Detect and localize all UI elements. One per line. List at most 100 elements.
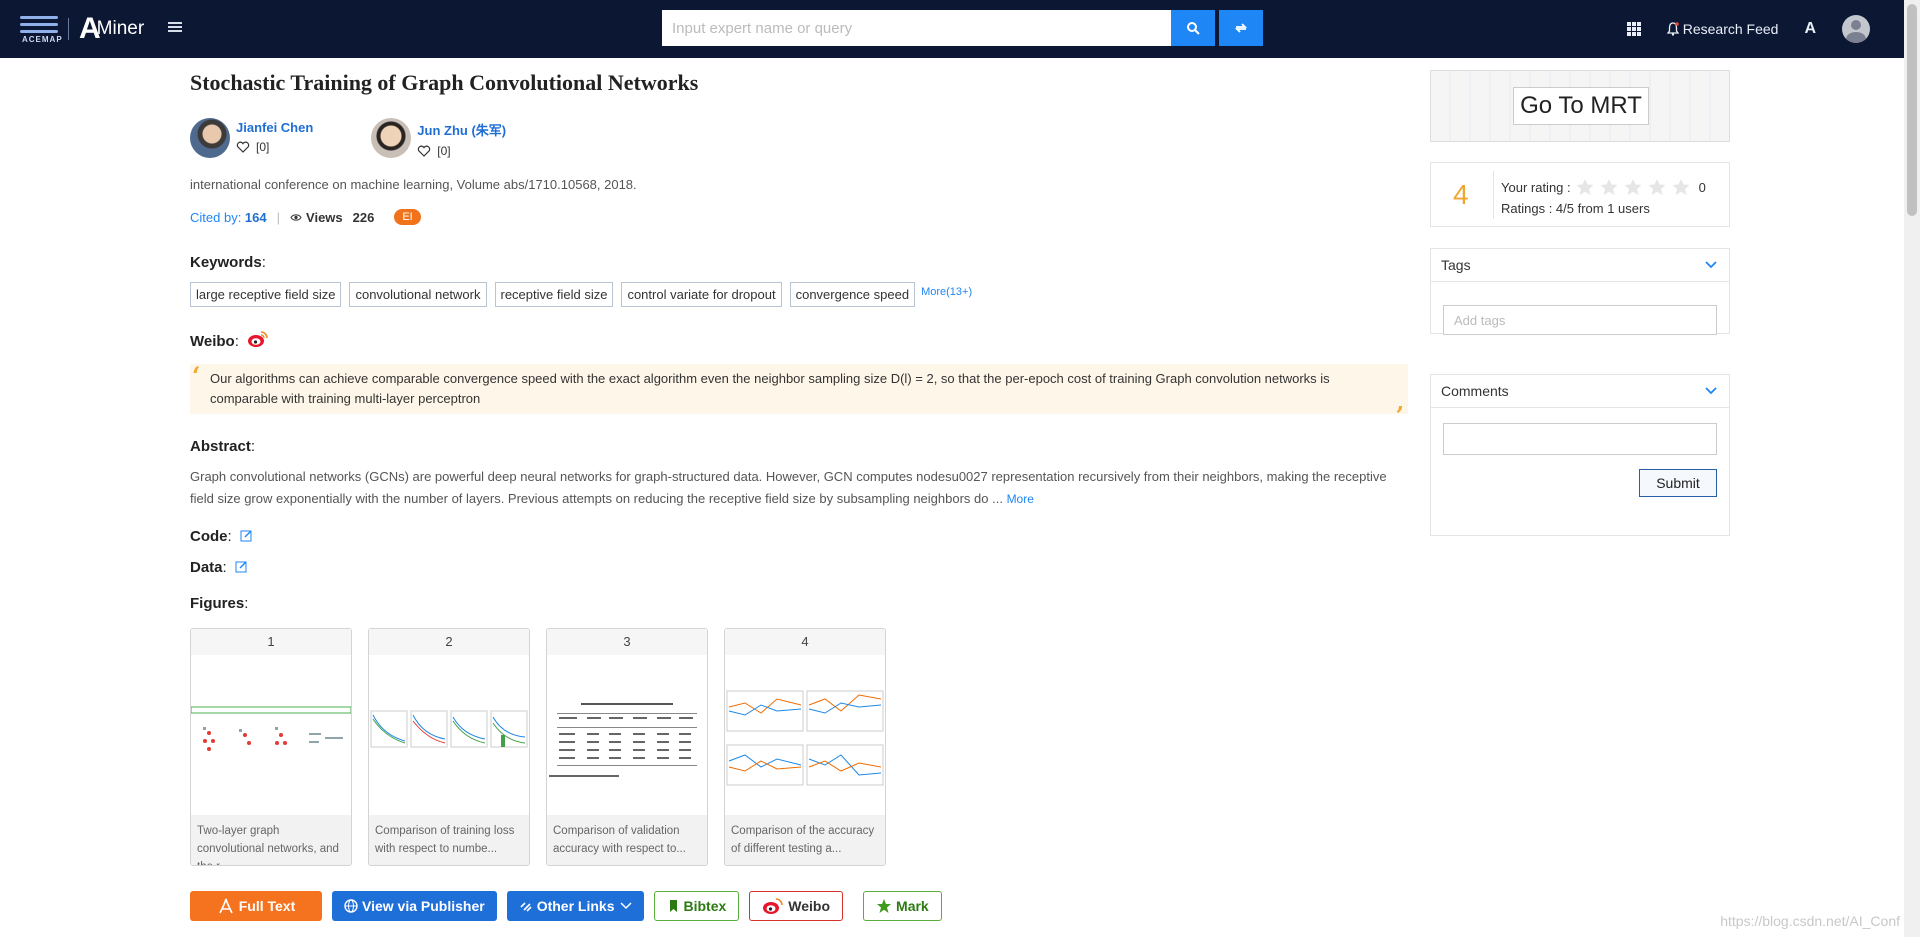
submit-button[interactable]: Submit bbox=[1639, 469, 1717, 497]
user-avatar[interactable] bbox=[1842, 15, 1870, 43]
tags-panel-header[interactable]: Tags bbox=[1431, 249, 1729, 282]
search-input[interactable] bbox=[662, 10, 1171, 46]
mrt-banner[interactable]: Go To MRT bbox=[1430, 70, 1730, 142]
figure-caption: Comparison of the accuracy of different … bbox=[725, 815, 885, 865]
star-icon[interactable] bbox=[1623, 178, 1643, 196]
keywords-heading: Keywords: bbox=[190, 254, 266, 271]
tags-panel: Tags bbox=[1430, 248, 1730, 335]
chevron-down-icon bbox=[1705, 387, 1717, 395]
abstract-text: Graph convolutional networks (GCNs) are … bbox=[190, 466, 1408, 510]
cited-by-link[interactable]: Cited by: 164 bbox=[190, 210, 267, 225]
pdf-icon bbox=[219, 898, 233, 914]
other-links-dropdown[interactable]: Other Links bbox=[506, 891, 645, 921]
page-scrollbar[interactable] bbox=[1904, 0, 1920, 937]
your-rating-row: Your rating : 0 bbox=[1501, 178, 1706, 196]
mark-button[interactable]: Mark bbox=[863, 891, 942, 921]
aminer-logo-text: Miner bbox=[96, 18, 145, 39]
figure-card[interactable]: 1 Two-layer graph convolutional networks… bbox=[190, 628, 352, 866]
brand-logo[interactable]: ACEMAP A Miner bbox=[20, 12, 144, 46]
star-icon[interactable] bbox=[1575, 178, 1595, 196]
chevron-down-icon bbox=[620, 902, 633, 910]
venue-info: international conference on machine lear… bbox=[190, 177, 637, 192]
top-right-menu: Research Feed A bbox=[1626, 12, 1870, 46]
weibo-icon bbox=[248, 331, 268, 347]
bibtex-button[interactable]: Bibtex bbox=[654, 891, 740, 921]
acemap-logo-icon: ACEMAP bbox=[20, 14, 62, 44]
views-label: Views bbox=[306, 209, 343, 225]
weibo-share-button[interactable]: Weibo bbox=[749, 891, 844, 921]
star-icon[interactable] bbox=[1647, 178, 1667, 196]
go-to-mrt-button[interactable]: Go To MRT bbox=[1513, 87, 1649, 125]
chevron-down-icon bbox=[1705, 261, 1717, 269]
full-text-button[interactable]: Full Text bbox=[190, 891, 322, 921]
bell-icon[interactable] bbox=[1666, 22, 1679, 36]
comment-input[interactable] bbox=[1443, 423, 1717, 455]
research-feed-link[interactable]: Research Feed bbox=[1683, 21, 1779, 37]
keywords-label: Keywords bbox=[190, 254, 262, 271]
abstract-more-link[interactable]: More bbox=[1007, 492, 1034, 506]
eye-icon bbox=[290, 213, 302, 221]
globe-icon bbox=[344, 899, 358, 913]
switch-search-button[interactable] bbox=[1219, 10, 1263, 46]
figure-thumbnail bbox=[549, 703, 697, 777]
author-list: Jianfei Chen [0] Jun Zhu (朱军) [0] bbox=[190, 118, 564, 158]
refresh-icon bbox=[1234, 23, 1248, 33]
comments-panel-header[interactable]: Comments bbox=[1431, 375, 1729, 408]
star-icon[interactable] bbox=[1671, 178, 1691, 196]
search-button[interactable] bbox=[1171, 10, 1215, 46]
code-heading: Code: bbox=[190, 528, 253, 545]
abstract-body: Graph convolutional networks (GCNs) are … bbox=[190, 469, 1387, 506]
apps-grid-icon[interactable] bbox=[1626, 22, 1641, 36]
heart-icon bbox=[236, 141, 250, 153]
figure-number: 2 bbox=[369, 629, 529, 655]
add-tags-input[interactable] bbox=[1443, 305, 1717, 335]
comments-title: Comments bbox=[1441, 383, 1509, 399]
follow-button[interactable]: [0] bbox=[417, 144, 506, 158]
figures-heading: Figures: bbox=[190, 595, 249, 612]
keyword-tag[interactable]: convergence speed bbox=[789, 282, 916, 307]
scrollbar-thumb[interactable] bbox=[1907, 4, 1917, 216]
figure-number: 1 bbox=[191, 629, 351, 655]
rating-card: 4 Your rating : 0 Ratings : 4/5 from 1 u… bbox=[1430, 162, 1730, 227]
quote-close-icon: ’ bbox=[1395, 401, 1404, 430]
hamburger-menu-icon[interactable] bbox=[168, 20, 182, 34]
weibo-quote: ‘ Our algorithms can achieve comparable … bbox=[190, 361, 1408, 430]
ei-badge: EI bbox=[394, 209, 421, 225]
language-switch-icon[interactable]: A bbox=[1804, 20, 1816, 38]
author-avatar[interactable] bbox=[190, 118, 230, 158]
figure-thumbnail bbox=[191, 706, 351, 751]
figure-card[interactable]: 3 Comparison of validation accuracy with… bbox=[546, 628, 708, 866]
follow-button[interactable]: [0] bbox=[236, 140, 313, 154]
weibo-icon bbox=[763, 898, 784, 914]
view-publisher-button[interactable]: View via Publisher bbox=[332, 891, 497, 921]
keyword-list: large receptive field size convolutional… bbox=[190, 282, 972, 307]
author-name-link[interactable]: Jun Zhu (朱军) bbox=[417, 120, 506, 139]
weibo-share-label: Weibo bbox=[788, 898, 831, 914]
rating-score: 4 bbox=[1453, 179, 1469, 210]
author-avatar[interactable] bbox=[371, 118, 412, 158]
weibo-quote-text: Our algorithms can achieve comparable co… bbox=[210, 371, 1330, 406]
keyword-tag[interactable]: convolutional network bbox=[349, 282, 487, 307]
search-bar bbox=[662, 10, 1263, 46]
edit-icon[interactable] bbox=[235, 560, 248, 573]
figure-thumbnail bbox=[370, 710, 528, 748]
figure-card[interactable]: 4 Comparison of the accuracy of differen… bbox=[724, 628, 886, 866]
watermark: https://blog.csdn.net/AI_Conf bbox=[1720, 913, 1900, 929]
keyword-tag[interactable]: large receptive field size bbox=[190, 282, 342, 307]
star-icon bbox=[877, 899, 892, 913]
author-name-link[interactable]: Jianfei Chen bbox=[236, 120, 313, 135]
keyword-tag[interactable]: receptive field size bbox=[494, 282, 614, 307]
keyword-tag[interactable]: control variate for dropout bbox=[621, 282, 782, 307]
edit-icon[interactable] bbox=[240, 529, 253, 542]
cited-by-label: Cited by: bbox=[190, 209, 245, 225]
star-icon[interactable] bbox=[1599, 178, 1619, 196]
figure-card[interactable]: 2 Comparison of training loss with respe… bbox=[368, 628, 530, 866]
keywords-more-link[interactable]: More(13+) bbox=[921, 286, 972, 298]
data-label: Data bbox=[190, 559, 223, 576]
bookmark-icon bbox=[670, 900, 678, 912]
bibtex-label: Bibtex bbox=[683, 898, 727, 914]
author-card: Jun Zhu (朱军) [0] bbox=[371, 118, 506, 158]
your-rating-label: Your rating : bbox=[1501, 179, 1571, 195]
code-label: Code bbox=[190, 528, 228, 545]
figures-label: Figures bbox=[190, 595, 245, 612]
